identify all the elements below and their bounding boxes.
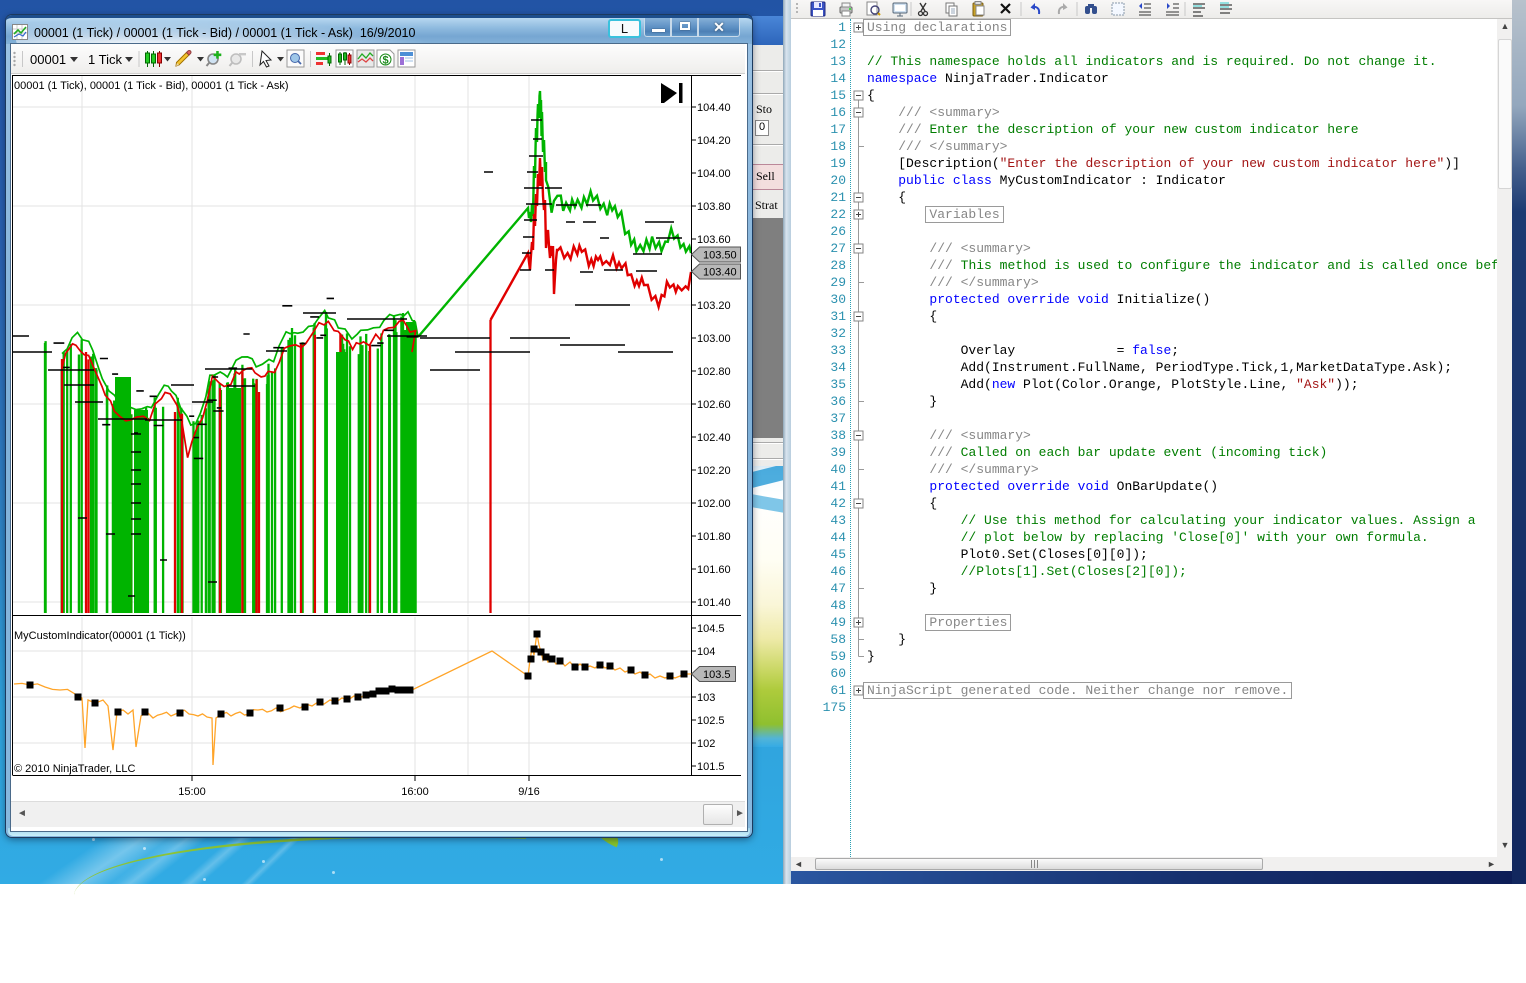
svg-text:103: 103: [697, 692, 715, 704]
svg-text:16:00: 16:00: [401, 786, 429, 798]
svg-text:101.5: 101.5: [697, 761, 725, 773]
svg-text:103.20: 103.20: [697, 300, 731, 312]
svg-text:102: 102: [697, 738, 715, 750]
svg-text:104: 104: [697, 646, 715, 658]
svg-text:9/16: 9/16: [518, 786, 539, 798]
svg-text:103.80: 103.80: [697, 201, 731, 213]
svg-text:102.20: 102.20: [697, 465, 731, 477]
svg-text:103.00: 103.00: [697, 333, 731, 345]
svg-text:102.60: 102.60: [697, 399, 731, 411]
svg-text:102.5: 102.5: [697, 715, 725, 727]
svg-text:104.00: 104.00: [697, 168, 731, 180]
svg-text:© 2010 NinjaTrader, LLC: © 2010 NinjaTrader, LLC: [14, 763, 135, 775]
svg-text:104.5: 104.5: [697, 623, 725, 635]
svg-text:101.80: 101.80: [697, 531, 731, 543]
svg-text:$: $: [383, 55, 389, 67]
svg-text:102.80: 102.80: [697, 366, 731, 378]
svg-text:00001: 00001: [30, 52, 66, 67]
svg-text:101.60: 101.60: [697, 564, 731, 576]
svg-text:104.20: 104.20: [697, 135, 731, 147]
svg-text:104.40: 104.40: [697, 102, 731, 114]
svg-text:103.50: 103.50: [703, 250, 737, 262]
svg-text:103.5: 103.5: [703, 669, 731, 681]
svg-text:15:00: 15:00: [178, 786, 206, 798]
svg-text:103.40: 103.40: [703, 267, 737, 279]
svg-text:102.00: 102.00: [697, 498, 731, 510]
svg-text:MyCustomIndicator(00001 (1 Tic: MyCustomIndicator(00001 (1 Tick)): [14, 630, 186, 642]
svg-text:102.40: 102.40: [697, 432, 731, 444]
svg-text:00001 (1 Tick), 00001 (1 Tick: 00001 (1 Tick), 00001 (1 Tick - Bid), 00…: [14, 80, 289, 92]
svg-text:1 Tick: 1 Tick: [88, 52, 122, 67]
svg-text:103.60: 103.60: [697, 234, 731, 246]
svg-text:101.40: 101.40: [697, 597, 731, 609]
